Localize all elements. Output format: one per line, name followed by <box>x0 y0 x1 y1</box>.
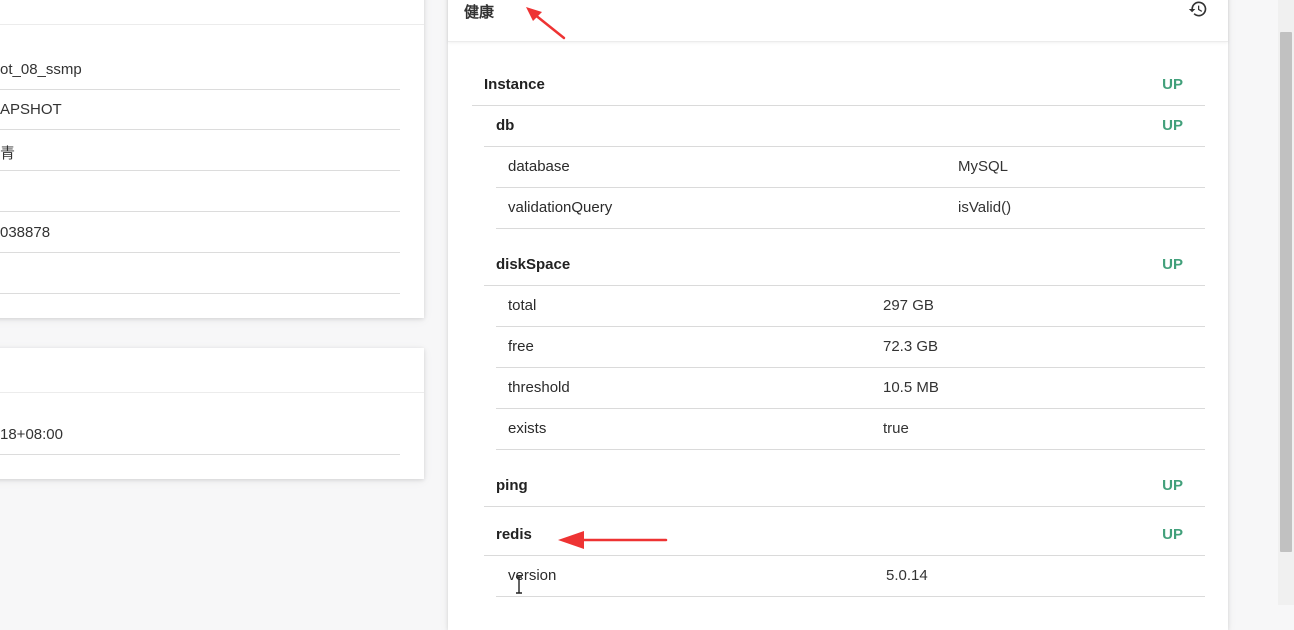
process-info-card: 18+08:00 <box>0 348 424 479</box>
detail-key: validationQuery <box>508 199 613 216</box>
process-card-header <box>0 348 424 393</box>
detail-row: database MySQL <box>496 147 1205 188</box>
health-row-diskspace: diskSpace UP <box>484 245 1205 286</box>
info-value: 青 <box>0 145 16 162</box>
info-value: ot_08_ssmp <box>0 61 82 78</box>
health-row-instance: Instance UP <box>472 65 1205 106</box>
detail-key: threshold <box>508 379 570 396</box>
detail-value: 10.5 MB <box>883 379 939 396</box>
scrollbar-thumb[interactable] <box>1280 32 1292 552</box>
health-row-redis: redis UP <box>484 515 1205 556</box>
detail-key: total <box>508 297 537 314</box>
component-label: db <box>496 117 515 134</box>
health-row-ping: ping UP <box>484 466 1205 507</box>
detail-value: MySQL <box>958 158 1009 175</box>
text-cursor-icon <box>516 576 522 594</box>
info-row: APSHOT <box>0 90 400 130</box>
status-badge: UP <box>1162 477 1183 494</box>
info-row: 038878 <box>0 213 400 253</box>
detail-row: validationQuery isValid() <box>496 188 1205 229</box>
detail-value: 297 GB <box>883 297 934 314</box>
info-row: 青 <box>0 131 400 171</box>
process-value: 18+08:00 <box>0 426 63 443</box>
detail-row: free 72.3 GB <box>496 327 1205 368</box>
detail-value: true <box>883 420 909 437</box>
detail-key: free <box>508 338 534 355</box>
process-row: 18+08:00 <box>0 415 400 455</box>
info-value: 038878 <box>0 224 51 241</box>
instance-info-card: ot_08_ssmp APSHOT 青 038878 <box>0 0 424 318</box>
info-row <box>0 254 400 294</box>
component-label: diskSpace <box>496 256 571 273</box>
status-badge: UP <box>1162 256 1183 273</box>
health-card: 健康 Instance UP db UP database MySQL vali… <box>448 0 1228 630</box>
health-row-db: db UP <box>484 106 1205 147</box>
detail-row: threshold 10.5 MB <box>496 368 1205 409</box>
info-card-header <box>0 0 424 25</box>
detail-value: 5.0.14 <box>886 567 928 584</box>
component-label: ping <box>496 477 528 494</box>
history-icon[interactable] <box>1188 0 1208 19</box>
health-card-header: 健康 <box>448 0 1228 42</box>
status-badge: UP <box>1162 117 1183 134</box>
detail-value: 72.3 GB <box>883 338 939 355</box>
info-row <box>0 172 400 212</box>
detail-row: exists true <box>496 409 1205 450</box>
detail-row: total 297 GB <box>496 286 1205 327</box>
detail-value: isValid() <box>958 199 1012 216</box>
health-title: 健康 <box>464 4 495 21</box>
detail-key: database <box>508 158 570 175</box>
instance-label: Instance <box>484 76 545 93</box>
info-row: ot_08_ssmp <box>0 50 400 90</box>
info-value: APSHOT <box>0 101 62 118</box>
component-label: redis <box>496 526 532 543</box>
detail-row: version 5.0.14 <box>496 556 1205 597</box>
status-badge: UP <box>1162 526 1183 543</box>
status-badge: UP <box>1162 76 1183 93</box>
detail-key: exists <box>508 420 547 437</box>
